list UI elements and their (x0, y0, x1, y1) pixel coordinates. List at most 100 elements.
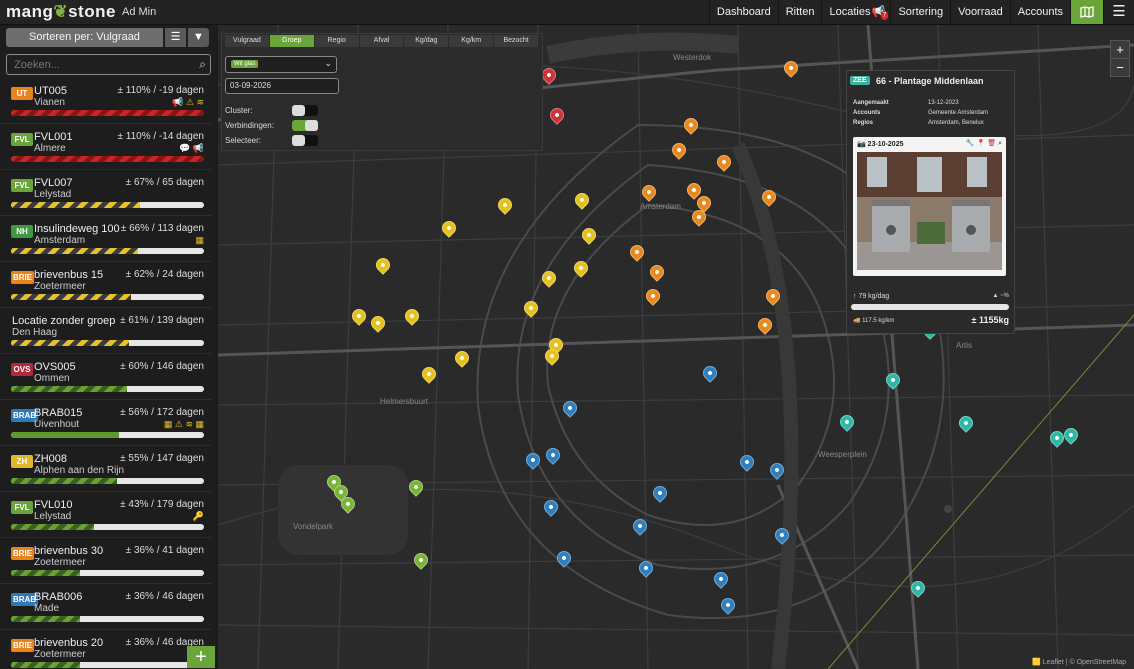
fill-level-bar (11, 662, 204, 668)
main-nav: Dashboard Ritten Locaties 📢 7 Sortering … (708, 0, 1134, 24)
group-select[interactable]: Wit glas ⌄ (225, 56, 337, 73)
location-code: OVS005 (34, 361, 76, 373)
nav-dashboard[interactable]: Dashboard (708, 0, 778, 24)
fill-stat: ± 66% / 113 dagen (120, 223, 204, 234)
location-pin-icon[interactable]: 📍 (977, 140, 986, 147)
location-place: Alphen aan den Rijn (34, 465, 125, 476)
map-label: Westerdok (673, 53, 712, 62)
tab-bezocht[interactable]: Bezocht (494, 35, 540, 47)
group-badge: BRIE (11, 547, 35, 560)
group-badge: UT (11, 87, 33, 100)
group-badge: FVL (11, 133, 33, 146)
location-list-item[interactable]: OVS OVS005 Ommen ± 60% / 146 dagen (0, 355, 212, 400)
tab-afval[interactable]: Afval (359, 35, 405, 47)
location-place: Ommen (34, 373, 70, 384)
fill-level-value (11, 340, 129, 346)
fill-stat: ± 110% / -19 dagen (117, 85, 204, 96)
sort-dropdown[interactable]: Sorteren per: Vulgraad (6, 28, 163, 47)
photo-actions: 🔧 📍 🗑 ⌕ (966, 139, 1002, 148)
location-list-item[interactable]: ZH ZH008 Alphen aan den Rijn ± 55% / 147 da… (0, 447, 212, 492)
search-input[interactable] (12, 57, 186, 73)
notification-badge: 7 (880, 11, 889, 20)
zoom-out-button[interactable]: − (1111, 59, 1129, 76)
fill-level-bar (11, 432, 204, 438)
location-list-item[interactable]: FVL FVL010 Lelystad ± 43% / 179 dagen 🔑 (0, 493, 212, 538)
fill-level-bar (11, 570, 204, 576)
location-list-item[interactable]: Locatie zonder groep Den Haag ± 61% / 139 … (0, 309, 212, 354)
fill-progress-bar (851, 304, 1009, 310)
add-location-button[interactable]: + (187, 646, 215, 668)
location-code: BRAB006 (34, 591, 83, 603)
search-icon[interactable]: ⌕ (199, 57, 206, 72)
selected-group-chip[interactable]: Wit glas (231, 60, 259, 68)
location-list-item[interactable]: BRIE brievenbus 30 Zoetermeer ± 36% / 41 da… (0, 539, 212, 584)
verbindingen-toggle[interactable] (292, 120, 318, 131)
toggle-knob (292, 105, 305, 116)
location-place: Zoetermeer (34, 557, 86, 568)
location-list-item[interactable]: FVL FVL007 Lelystad ± 67% / 65 dagen (0, 171, 212, 216)
container-photo[interactable] (857, 152, 1002, 270)
selecteer-label: Selecteer: (225, 136, 262, 145)
status-icons: 📢 ⚠ ≋ (172, 97, 204, 107)
tab-regio[interactable]: Regio (314, 35, 360, 47)
location-list-item[interactable]: BRIE brievenbus 20 Zoetermeer ± 36% / 46 da… (0, 631, 212, 669)
location-sidebar: Sorteren per: Vulgraad ☰ ▼ ⌕ UTUT005Vian… (0, 25, 216, 669)
nav-ritten[interactable]: Ritten (777, 0, 822, 24)
trash-icon[interactable]: 🗑 (987, 140, 996, 147)
date-field[interactable]: 03-09-2026 (225, 78, 339, 94)
wrench-icon[interactable]: 🔧 (966, 140, 975, 147)
location-place: Made (34, 603, 60, 614)
location-list-item[interactable]: BRIE brievenbus 15 Zoetermeer ± 62% / 24 da… (0, 263, 212, 308)
selecteer-toggle[interactable] (292, 135, 318, 146)
fill-level-value (11, 294, 131, 300)
filter-icon[interactable]: ▼ (188, 28, 209, 47)
fill-level-bar (11, 110, 204, 116)
map-label: Helmersbuurt (380, 397, 429, 406)
hamburger-menu-icon[interactable]: ☰ (1103, 0, 1134, 24)
tab-groep[interactable]: Groep (269, 35, 315, 47)
location-list-item[interactable]: NH Insulindeweg 100 Amsterdam ± 66% / 113 d… (0, 217, 212, 262)
nav-voorraad[interactable]: Voorraad (950, 0, 1010, 24)
zoom-in-button[interactable]: + (1111, 41, 1129, 59)
location-place: Vianen (34, 97, 65, 108)
fill-stat: ± 61% / 139 dagen (120, 315, 204, 326)
nav-sortering[interactable]: Sortering (890, 0, 950, 24)
cluster-label: Cluster: (225, 106, 253, 115)
fill-level-value (11, 524, 94, 530)
tab-kg-dag[interactable]: Kg/dag (404, 35, 450, 47)
fill-level-bar (11, 478, 204, 484)
map-attribution[interactable]: 🟨 Leaflet | © OpenStreetMap (1032, 658, 1126, 666)
location-code: brievenbus 15 (34, 269, 104, 281)
fill-level-bar (11, 156, 204, 162)
location-code: brievenbus 30 (34, 545, 104, 557)
tab-kg-km[interactable]: Kg/km (449, 35, 495, 47)
location-place: Amsterdam (34, 235, 86, 246)
sort-icon[interactable]: ☰ (165, 28, 186, 47)
nav-accounts[interactable]: Accounts (1009, 0, 1070, 24)
location-list-item[interactable]: BRAB BRAB015 Uivenhout ± 56% / 172 dagen ▦ ⚠… (0, 401, 212, 446)
location-place: Lelystad (34, 511, 72, 522)
chevron-down-icon: ⌄ (324, 58, 332, 68)
top-navigation-bar: mang❦stone Ad Min Dashboard Ritten Locat… (0, 0, 1134, 25)
camera-icon: 📷 (857, 141, 866, 148)
location-list-item[interactable]: FVL FVL001 Almere ± 110% / -14 dagen 💬 📢 (0, 125, 212, 170)
status-icons: ▦ ⚠ ≋ ▦ (163, 419, 204, 429)
location-code: Locatie zonder groep (12, 315, 116, 327)
map-view-button[interactable] (1070, 0, 1103, 24)
verbindingen-label: Verbindingen: (225, 121, 274, 130)
tab-vulgraad[interactable]: Vulgraad (225, 35, 270, 47)
fill-stat: ± 62% / 24 dagen (125, 269, 204, 280)
fill-level-value (11, 386, 127, 392)
map-label: Artis (956, 341, 972, 350)
location-list-item[interactable]: BRAB BRAB006 Made ± 36% / 46 dagen (0, 585, 212, 630)
app-logo[interactable]: mang❦stone (6, 2, 116, 22)
map-label: Vondelpark (293, 522, 334, 531)
arrow-up-icon: ↑ (853, 293, 857, 300)
cluster-toggle[interactable] (292, 105, 318, 116)
fill-level-bar (11, 524, 204, 530)
location-list-item[interactable]: UT UT005 Vianen ± 110% / -19 dagen 📢 ⚠ ≋ (0, 79, 212, 124)
fill-percentage: ▲ ~% (992, 293, 1009, 299)
fill-stat: ± 110% / -14 dagen (117, 131, 204, 142)
nav-locaties[interactable]: Locaties 📢 7 (821, 0, 890, 24)
zoom-icon[interactable]: ⌕ (998, 140, 1002, 147)
